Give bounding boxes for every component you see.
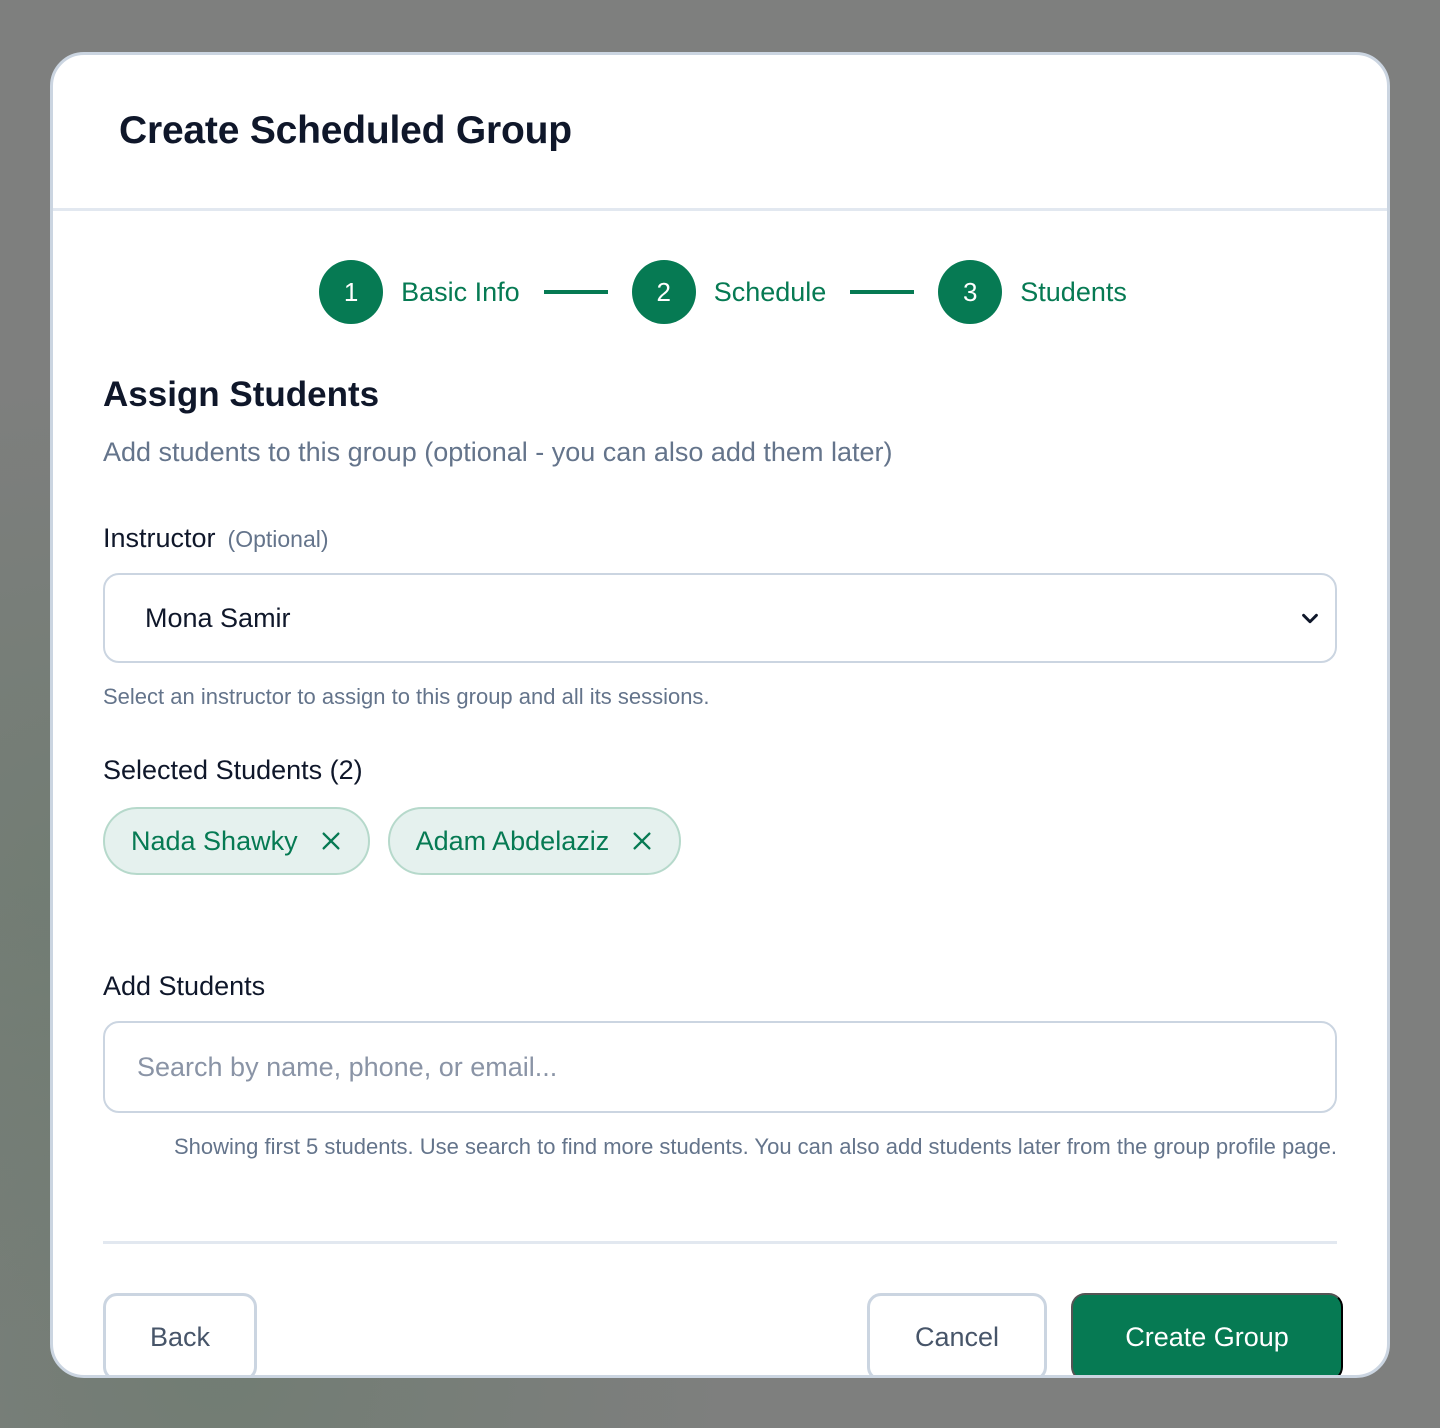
step-label: Students	[1020, 276, 1127, 307]
add-students-help-text: Showing first 5 students. Use search to …	[173, 1134, 1337, 1159]
student-chip-name: Nada Shawky	[131, 825, 298, 856]
student-chip: Nada Shawky	[103, 807, 370, 875]
step-number: 1	[319, 260, 384, 324]
optional-tag: (Optional)	[227, 526, 329, 552]
section-subtitle: Add students to this group (optional - y…	[103, 437, 893, 467]
step-students[interactable]: 3 Students	[938, 260, 1127, 324]
footer-divider	[103, 1241, 1337, 1244]
step-number: 2	[631, 260, 696, 324]
back-button[interactable]: Back	[103, 1293, 257, 1375]
section-title: Assign Students	[103, 375, 380, 414]
step-connector	[543, 290, 608, 294]
instructor-select[interactable]: Mona Samir	[103, 573, 1337, 663]
chevron-down-icon	[1302, 613, 1318, 624]
create-group-modal: Create Scheduled Group 1 Basic Info 2 Sc…	[50, 52, 1390, 1378]
cancel-button[interactable]: Cancel	[867, 1293, 1047, 1375]
add-students-label: Add Students	[103, 971, 266, 1001]
step-schedule[interactable]: 2 Schedule	[631, 260, 827, 324]
close-icon[interactable]	[320, 830, 342, 852]
instructor-help-text: Select an instructor to assign to this g…	[103, 684, 710, 709]
step-label: Basic Info	[401, 276, 520, 307]
instructor-label: Instructor (Optional)	[103, 523, 329, 554]
selected-students-chips: Nada Shawky Adam Abdelaziz	[103, 807, 682, 875]
step-connector	[850, 290, 915, 294]
selected-students-label: Selected Students (2)	[103, 755, 363, 785]
stepper: 1 Basic Info 2 Schedule 3 Students	[53, 260, 1387, 324]
modal-header: Create Scheduled Group	[53, 55, 1387, 211]
student-chip-name: Adam Abdelaziz	[415, 825, 610, 856]
student-chip: Adam Abdelaziz	[387, 807, 682, 875]
create-group-button[interactable]: Create Group	[1071, 1293, 1343, 1375]
step-number: 3	[938, 260, 1003, 324]
modal-content: Assign Students Add students to this gro…	[103, 375, 1343, 1375]
student-search-field[interactable]	[103, 1021, 1337, 1113]
close-icon[interactable]	[631, 830, 653, 852]
instructor-label-text: Instructor	[103, 523, 216, 553]
step-label: Schedule	[713, 276, 827, 307]
instructor-selected-value: Mona Samir	[145, 602, 291, 633]
modal-title: Create Scheduled Group	[119, 109, 572, 152]
step-basic-info[interactable]: 1 Basic Info	[319, 260, 520, 324]
student-search-input[interactable]	[137, 1051, 1303, 1083]
